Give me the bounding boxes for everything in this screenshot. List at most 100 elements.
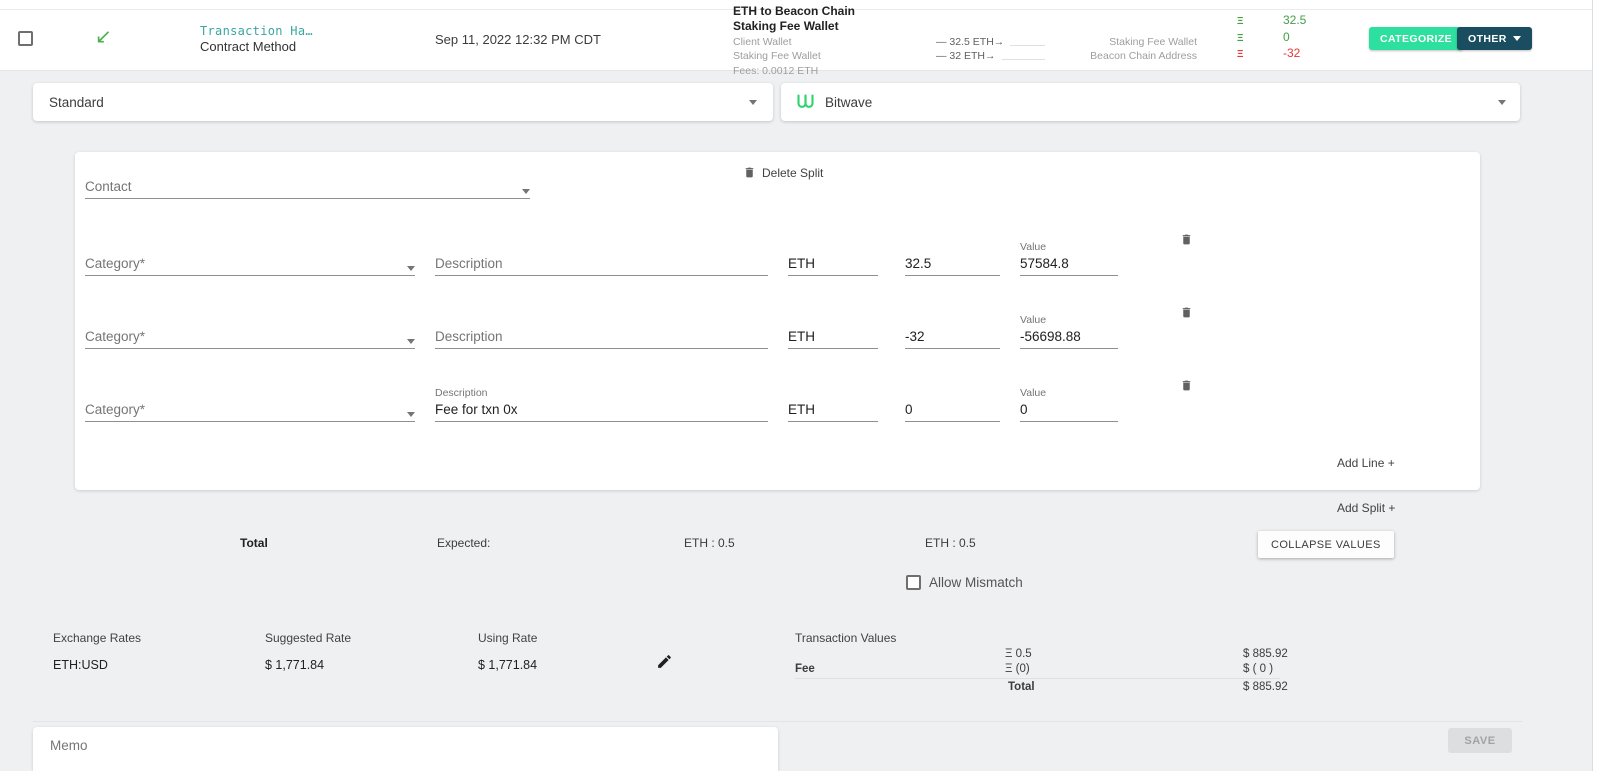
connection-select-value: Bitwave (825, 94, 873, 110)
incoming-arrow-icon: ↙ (95, 26, 112, 48)
transaction-details: ETH to Beacon Chain Staking Fee Wallet C… (733, 4, 1197, 77)
transaction-date: Sep 11, 2022 12:32 PM CDT (435, 32, 601, 47)
template-select-value: Standard (49, 94, 104, 110)
delete-split-label: Delete Split (762, 165, 824, 180)
split-panel: Delete Split Contact Category* ETH (75, 152, 1480, 490)
allow-mismatch-label: Allow Mismatch (929, 575, 1023, 590)
category-placeholder: Category* (85, 329, 146, 344)
add-line-button[interactable]: Add Line + (1337, 456, 1395, 470)
delete-line-button[interactable] (1180, 305, 1193, 325)
using-rate-value: $ 1,771.84 (478, 658, 538, 672)
value-field: Value (1020, 241, 1118, 276)
amount-input[interactable] (905, 256, 1000, 276)
categorize-button-label: CATEGORIZE (1380, 32, 1453, 45)
description-field (435, 329, 768, 349)
ticker-field[interactable]: ETH (788, 402, 878, 422)
category-select-inner: Category* (85, 396, 415, 422)
total-label: Total (240, 536, 268, 550)
tv-fee-label: Fee (795, 663, 815, 675)
category-select[interactable]: Category* (85, 396, 415, 422)
transaction-fees: Fees: 0.0012 ETH (733, 65, 819, 77)
description-input[interactable] (435, 329, 768, 349)
allow-mismatch-checkbox[interactable] (906, 575, 921, 590)
category-placeholder: Category* (85, 402, 146, 417)
value-field: Value (1020, 314, 1118, 349)
description-input[interactable] (435, 256, 768, 276)
header-amount-negative: -32 (1283, 46, 1301, 60)
transfer-to: Beacon Chain Address (1090, 50, 1197, 62)
transfer-to: Staking Fee Wallet (1109, 36, 1197, 48)
description-label: Description (435, 387, 488, 399)
contact-select-placeholder: Contact (85, 179, 132, 194)
delete-line-button[interactable] (1180, 378, 1193, 398)
scrollbar-track[interactable] (1592, 0, 1600, 771)
transfer-row: Client Wallet — 32.5 ETH→ Staking Fee Wa… (733, 35, 1197, 48)
line-total-value: ETH : 0.5 (684, 536, 735, 550)
chevron-down-icon (522, 189, 530, 194)
value-label: Value (1020, 387, 1047, 399)
transfer-line (1010, 45, 1045, 46)
transaction-hash-link[interactable]: Transaction Ha… (200, 24, 313, 38)
description-field: Description (435, 387, 768, 422)
transfer-from: Staking Fee Wallet (733, 50, 821, 62)
value-label: Value (1020, 314, 1047, 326)
chevron-down-icon (1498, 99, 1506, 105)
transfer-line (1001, 59, 1045, 60)
amount-field (905, 329, 1000, 349)
header-amount-zero: 0 (1283, 30, 1290, 44)
trash-icon (1182, 307, 1191, 318)
expected-total-value: ETH : 0.5 (925, 536, 976, 550)
ticker-field[interactable]: ETH (788, 329, 878, 349)
ticker-value: ETH (788, 256, 878, 276)
trash-icon (1182, 380, 1191, 391)
other-button[interactable]: OTHER (1457, 27, 1532, 50)
value-input[interactable] (1020, 329, 1118, 349)
delete-split-button[interactable]: Delete Split (743, 165, 823, 180)
category-placeholder: Category* (85, 256, 146, 271)
transaction-checkbox[interactable] (18, 31, 33, 46)
amount-field (905, 256, 1000, 276)
contact-select[interactable]: Contact (85, 173, 530, 199)
value-field: Value (1020, 387, 1118, 422)
categorize-button[interactable]: CATEGORIZE (1369, 27, 1464, 50)
delete-line-button[interactable] (1180, 232, 1193, 252)
category-select-inner: Category* (85, 250, 415, 276)
transaction-subtitle: Staking Fee Wallet (733, 19, 839, 33)
ticker-field[interactable]: ETH (788, 256, 878, 276)
trash-icon (1182, 234, 1191, 245)
exchange-rates-label: Exchange Rates (53, 631, 142, 645)
category-select[interactable]: Category* (85, 250, 415, 276)
chevron-down-icon (407, 412, 415, 417)
category-select[interactable]: Category* (85, 323, 415, 349)
tv-eth-amount: Ξ 0.5 (1005, 648, 1032, 660)
value-label: Value (1020, 241, 1047, 253)
value-input[interactable] (1020, 402, 1118, 422)
footer-divider (33, 721, 1523, 722)
connection-select[interactable]: Bitwave (781, 83, 1520, 121)
save-button[interactable]: SAVE (1448, 728, 1512, 753)
header-amount-positive: 32.5 (1283, 13, 1307, 27)
transaction-title: ETH to Beacon Chain (733, 4, 856, 18)
amount-input[interactable] (905, 402, 1000, 422)
value-input[interactable] (1020, 256, 1118, 276)
eth-symbol-icon: Ξ (1237, 49, 1244, 60)
edit-rate-pencil-icon[interactable] (656, 653, 673, 670)
eth-symbol-icon: Ξ (1237, 33, 1244, 44)
tv-fee-eth: Ξ (0) (1005, 663, 1030, 675)
tv-usd-amount: $ 885.92 (1243, 648, 1288, 660)
memo-input[interactable] (50, 738, 761, 753)
description-input[interactable] (435, 402, 768, 422)
chevron-down-icon (1512, 36, 1521, 41)
amount-field (905, 402, 1000, 422)
chevron-down-icon (749, 99, 757, 105)
collapse-values-button[interactable]: COLLAPSE VALUES (1258, 531, 1394, 558)
category-select-inner: Category* (85, 323, 415, 349)
transaction-header-row: ↙ Transaction Ha… Contract Method Sep 11… (0, 0, 1600, 77)
transfer-amount: — 32.5 ETH→ (936, 36, 1005, 48)
add-split-button[interactable]: Add Split + (1337, 501, 1395, 515)
other-button-label: OTHER (1468, 32, 1507, 45)
contract-method-label: Contract Method (200, 39, 297, 54)
amount-input[interactable] (905, 329, 1000, 349)
template-select[interactable]: Standard (33, 83, 773, 121)
suggested-rate-label: Suggested Rate (265, 631, 352, 645)
